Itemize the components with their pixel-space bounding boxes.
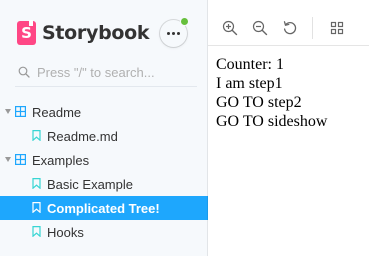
goto-step2-link[interactable]: GO TO step2 bbox=[216, 93, 327, 112]
search-divider bbox=[15, 86, 197, 87]
tree-group-label: Readme bbox=[32, 104, 82, 120]
component-icon bbox=[15, 154, 26, 165]
story-content: Counter: 1 I am step1 GO TO step2 GO TO … bbox=[216, 55, 327, 131]
tree-group-label: Examples bbox=[32, 152, 90, 168]
bookmark-icon bbox=[32, 202, 41, 213]
tree-item-hooks[interactable]: Hooks bbox=[0, 220, 208, 244]
search-icon bbox=[18, 66, 30, 78]
story-tree: Readme Readme.md Examples Basic Example bbox=[0, 100, 208, 244]
bookmark-icon bbox=[32, 130, 41, 141]
caret-down-icon bbox=[5, 157, 11, 162]
tree-group-readme[interactable]: Readme bbox=[0, 100, 208, 124]
brand-title: Storybook bbox=[42, 22, 150, 44]
bookmark-icon bbox=[32, 226, 41, 237]
counter-text: Counter: 1 bbox=[216, 56, 284, 73]
reset-zoom-icon[interactable] bbox=[282, 20, 298, 36]
tree-item-basic-example[interactable]: Basic Example bbox=[0, 172, 208, 196]
storybook-logo-icon: S bbox=[17, 20, 36, 45]
tree-item-readme-md[interactable]: Readme.md bbox=[0, 124, 208, 148]
preview-toolbar bbox=[208, 0, 369, 46]
search-input[interactable] bbox=[37, 64, 197, 80]
update-badge bbox=[180, 17, 189, 26]
bookmark-icon bbox=[32, 178, 41, 189]
tree-item-label: Hooks bbox=[47, 224, 84, 240]
preview-panel: Counter: 1 I am step1 GO TO step2 GO TO … bbox=[208, 0, 369, 256]
step-text: I am step1 bbox=[216, 75, 283, 92]
grid-icon[interactable] bbox=[330, 21, 344, 35]
component-icon bbox=[15, 106, 26, 117]
zoom-in-icon[interactable] bbox=[222, 20, 238, 36]
goto-sideshow-link[interactable]: GO TO sideshow bbox=[216, 112, 327, 131]
zoom-out-icon[interactable] bbox=[252, 20, 268, 36]
ellipsis-icon bbox=[167, 32, 180, 35]
search bbox=[18, 63, 198, 81]
brand[interactable]: S Storybook bbox=[17, 20, 150, 46]
tree-item-label: Readme.md bbox=[47, 128, 118, 144]
sidebar: S Storybook Readme Readme bbox=[0, 0, 208, 256]
tree-item-label: Basic Example bbox=[47, 176, 133, 192]
toolbar-divider bbox=[312, 17, 313, 39]
tree-item-label: Complicated Tree! bbox=[47, 200, 160, 216]
caret-down-icon bbox=[5, 109, 11, 114]
settings-menu-button[interactable] bbox=[160, 17, 189, 47]
tree-item-complicated-tree[interactable]: Complicated Tree! bbox=[0, 196, 208, 220]
tree-group-examples[interactable]: Examples bbox=[0, 148, 208, 172]
